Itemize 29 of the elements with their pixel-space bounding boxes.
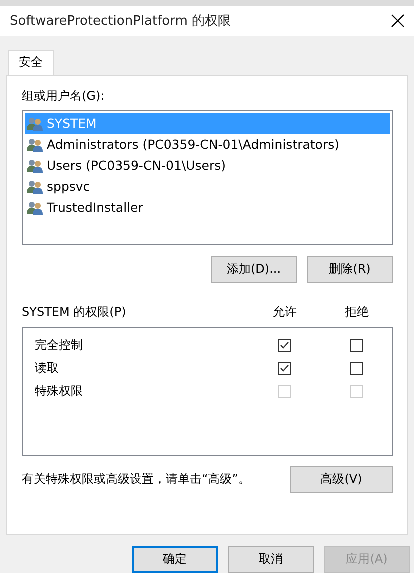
tab[interactable]: 安全 (8, 50, 54, 75)
advanced-button[interactable]: 高级(V) (290, 466, 393, 493)
checkbox[interactable] (350, 362, 362, 375)
close-icon[interactable] (390, 13, 406, 29)
permission-name: 读取 (35, 360, 60, 377)
checkbox[interactable] (278, 339, 290, 352)
users-icon (27, 138, 44, 152)
permission-name: 特殊权限 (35, 383, 84, 400)
checkbox[interactable] (350, 339, 362, 352)
column-header: 拒绝 (344, 304, 370, 321)
dialog-button[interactable]: 确定 (132, 546, 218, 573)
advanced-note: 有关特殊权限或高级设置，请单击“高级”。 (22, 471, 250, 488)
window-title: SoftwareProtectionPlatform 的权限 (10, 13, 232, 30)
user-item[interactable]: TrustedInstaller (25, 197, 390, 218)
users-label: 组或用户名(G): (22, 88, 106, 105)
checkbox[interactable] (278, 362, 290, 375)
permission-name: 完全控制 (35, 337, 84, 354)
users-icon (27, 200, 44, 214)
user-item[interactable]: Administrators (PC0359-CN-01\Administrators) (25, 134, 390, 155)
dialog-button[interactable]: 取消 (228, 546, 314, 573)
users-icon (27, 180, 44, 194)
user-item[interactable]: sppsvc (25, 176, 390, 197)
column-header: 允许 (272, 304, 298, 321)
user-item[interactable]: Users (PC0359-CN-01\Users) (25, 155, 390, 176)
permissions-label: SYSTEM 的权限(P) (22, 304, 128, 321)
users-icon (27, 158, 44, 172)
list-button[interactable]: 添加(D)... (211, 256, 297, 283)
users-icon (27, 116, 44, 130)
list-button[interactable]: 删除(R) (307, 256, 393, 283)
